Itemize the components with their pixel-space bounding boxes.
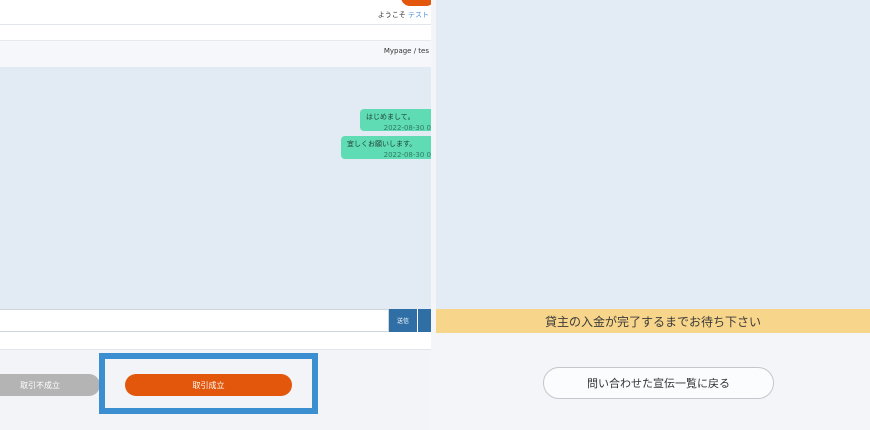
welcome-prefix: ようこそ (377, 11, 406, 19)
message-time: 2022-08-30 0 (383, 151, 431, 159)
attach-button[interactable] (418, 309, 431, 332)
header-divider (0, 24, 431, 25)
back-to-list-button[interactable]: 問い合わせた宣伝一覧に戻る (543, 367, 774, 399)
user-name-link[interactable]: テスト (408, 11, 429, 19)
breadcrumb-bar (0, 40, 431, 68)
breadcrumb[interactable]: Mypage / tes (384, 47, 429, 55)
message-input[interactable] (0, 309, 389, 332)
chat-panel: ようこそ テスト Mypage / tes はじめまして。 2022-08-30… (0, 0, 431, 430)
message-time: 2022-08-30 0 (383, 124, 431, 132)
message-text: はじめまして。 (366, 113, 415, 121)
message-bubble: 宜しくお願いします。 2022-08-30 0 (341, 136, 431, 159)
send-button[interactable]: 送信 (389, 309, 417, 332)
message-bubble: はじめまして。 2022-08-30 0 (360, 109, 431, 132)
message-area[interactable] (0, 67, 431, 309)
deal-failed-button[interactable]: 取引不成立 (0, 374, 100, 396)
deal-success-button[interactable]: 取引成立 (125, 374, 292, 396)
status-panel: 貸主の入金が完了するまでお待ち下さい 問い合わせた宣伝一覧に戻る (436, 0, 870, 430)
welcome-text: ようこそ テスト (378, 10, 429, 20)
message-text: 宜しくお願いします。 (347, 140, 417, 148)
payment-notice: 貸主の入金が完了するまでお待ち下さい (436, 309, 870, 333)
menu-button[interactable] (401, 0, 431, 6)
